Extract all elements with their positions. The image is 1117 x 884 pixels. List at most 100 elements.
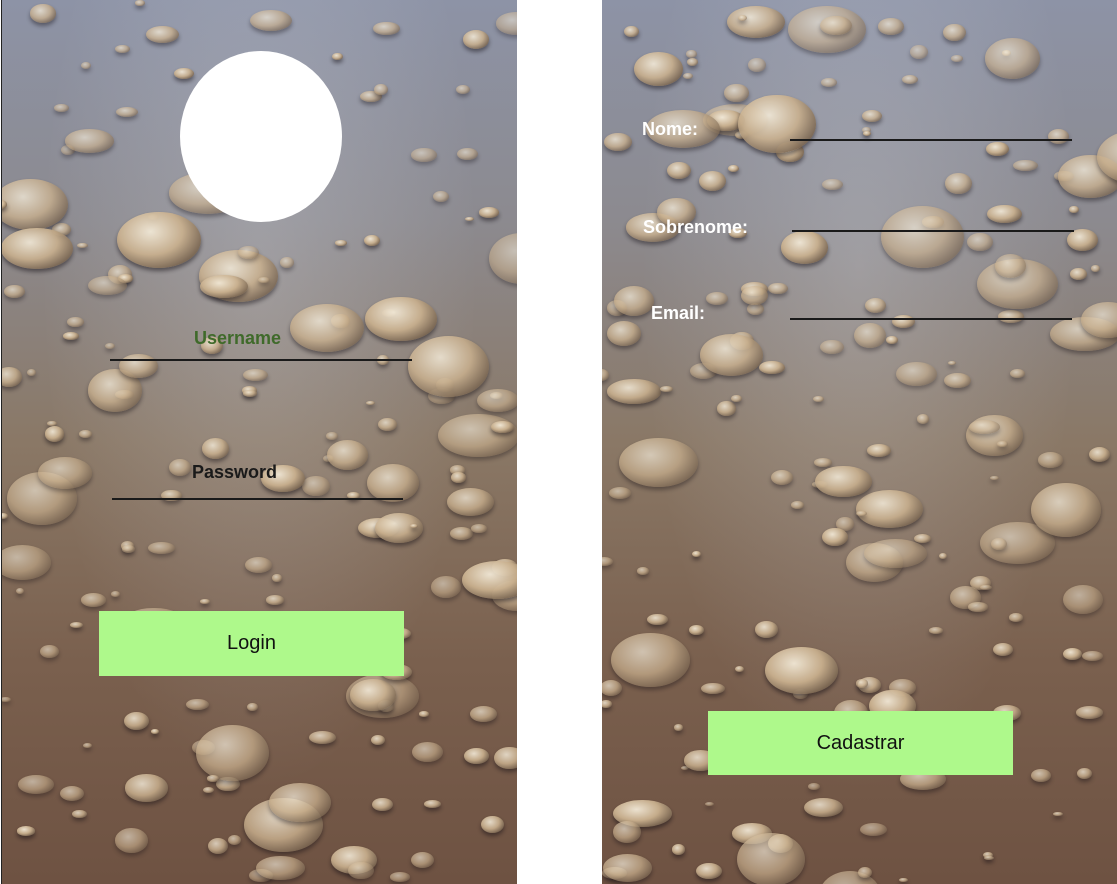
water-drop bbox=[469, 706, 497, 723]
water-drop bbox=[1090, 265, 1101, 272]
username-underline bbox=[110, 359, 412, 361]
water-drop bbox=[266, 595, 285, 605]
water-drop bbox=[727, 6, 785, 39]
water-drop bbox=[602, 556, 614, 566]
water-drop bbox=[481, 815, 505, 834]
cadastrar-button[interactable]: Cadastrar bbox=[708, 711, 1013, 775]
water-drop bbox=[943, 372, 971, 389]
water-drop bbox=[1053, 811, 1064, 817]
water-drop bbox=[671, 844, 686, 855]
water-drop bbox=[819, 340, 844, 355]
water-drop bbox=[1031, 482, 1102, 537]
water-drop bbox=[1009, 613, 1024, 622]
water-drop bbox=[238, 246, 259, 260]
water-drop bbox=[202, 786, 215, 794]
water-drop bbox=[200, 599, 210, 604]
water-drop bbox=[373, 21, 400, 36]
water-drop bbox=[185, 698, 210, 711]
water-drop bbox=[407, 336, 489, 398]
water-drop bbox=[332, 52, 343, 60]
water-drop bbox=[150, 729, 159, 734]
water-drop bbox=[886, 336, 899, 345]
water-drop bbox=[814, 458, 833, 467]
water-drop bbox=[968, 602, 988, 612]
water-drop bbox=[461, 560, 517, 600]
water-drop bbox=[456, 85, 470, 95]
water-drop bbox=[242, 389, 258, 397]
water-drop bbox=[450, 472, 467, 484]
signup-screen: Nome: Sobrenome: Email: Cadastrar bbox=[602, 0, 1117, 884]
water-drop bbox=[2, 696, 12, 703]
water-drop bbox=[602, 679, 623, 696]
water-drop bbox=[494, 746, 517, 769]
water-drop bbox=[64, 129, 115, 154]
water-drop bbox=[980, 584, 993, 591]
water-drop bbox=[471, 524, 487, 533]
water-drop bbox=[148, 541, 175, 554]
nome-input[interactable] bbox=[790, 117, 1076, 141]
water-drop bbox=[992, 642, 1014, 656]
water-drop bbox=[464, 748, 489, 765]
login-button[interactable]: Login bbox=[99, 611, 404, 676]
water-drop bbox=[410, 852, 435, 869]
username-input[interactable] bbox=[110, 336, 416, 360]
water-drop bbox=[1038, 452, 1064, 468]
water-drop bbox=[44, 426, 65, 442]
water-drop bbox=[878, 17, 904, 35]
water-drop bbox=[860, 823, 887, 837]
water-drop bbox=[371, 797, 393, 812]
water-drop bbox=[1082, 650, 1104, 661]
water-drop bbox=[411, 148, 437, 162]
sobrenome-input[interactable] bbox=[792, 208, 1078, 232]
water-drop bbox=[741, 286, 769, 306]
water-drop bbox=[698, 171, 726, 192]
water-drop bbox=[623, 25, 639, 38]
water-drop bbox=[15, 587, 25, 594]
water-drop bbox=[603, 853, 653, 882]
water-drop bbox=[334, 240, 347, 246]
water-drop bbox=[464, 217, 474, 222]
water-drop bbox=[258, 277, 270, 283]
water-drop bbox=[168, 458, 192, 477]
water-drop bbox=[866, 443, 892, 457]
water-drop bbox=[822, 527, 848, 546]
water-drop bbox=[610, 633, 690, 688]
email-underline bbox=[790, 318, 1072, 320]
water-drop bbox=[984, 38, 1041, 80]
water-drop bbox=[819, 15, 852, 36]
water-drop bbox=[705, 291, 729, 306]
email-label: Email: bbox=[651, 303, 706, 323]
water-drop bbox=[373, 84, 388, 96]
water-drop bbox=[902, 75, 919, 85]
water-drop bbox=[613, 820, 641, 843]
water-drop bbox=[899, 877, 909, 883]
water-drop bbox=[54, 103, 70, 112]
water-drop bbox=[135, 0, 145, 6]
water-drop bbox=[117, 211, 202, 268]
water-drop bbox=[929, 627, 944, 635]
water-drop bbox=[242, 369, 268, 382]
water-drop bbox=[1062, 585, 1103, 615]
water-drop bbox=[647, 614, 669, 626]
water-drop bbox=[195, 724, 269, 781]
water-drop bbox=[938, 552, 948, 560]
password-input[interactable] bbox=[112, 475, 407, 499]
water-drop bbox=[855, 679, 869, 688]
water-drop bbox=[450, 527, 474, 540]
water-drop bbox=[491, 420, 514, 433]
water-drop bbox=[228, 834, 241, 845]
water-drop bbox=[683, 73, 693, 80]
water-drop bbox=[309, 731, 337, 744]
water-drop bbox=[909, 44, 928, 59]
email-input[interactable] bbox=[790, 296, 1076, 320]
water-drop bbox=[4, 284, 25, 299]
water-drop bbox=[821, 178, 843, 191]
water-drop bbox=[855, 489, 923, 529]
water-drop bbox=[349, 679, 397, 711]
water-drop bbox=[272, 574, 282, 582]
water-drop bbox=[2, 512, 8, 519]
water-drop bbox=[123, 711, 150, 731]
water-drop bbox=[59, 785, 85, 802]
water-drop bbox=[1070, 268, 1087, 280]
water-drop bbox=[478, 206, 500, 218]
